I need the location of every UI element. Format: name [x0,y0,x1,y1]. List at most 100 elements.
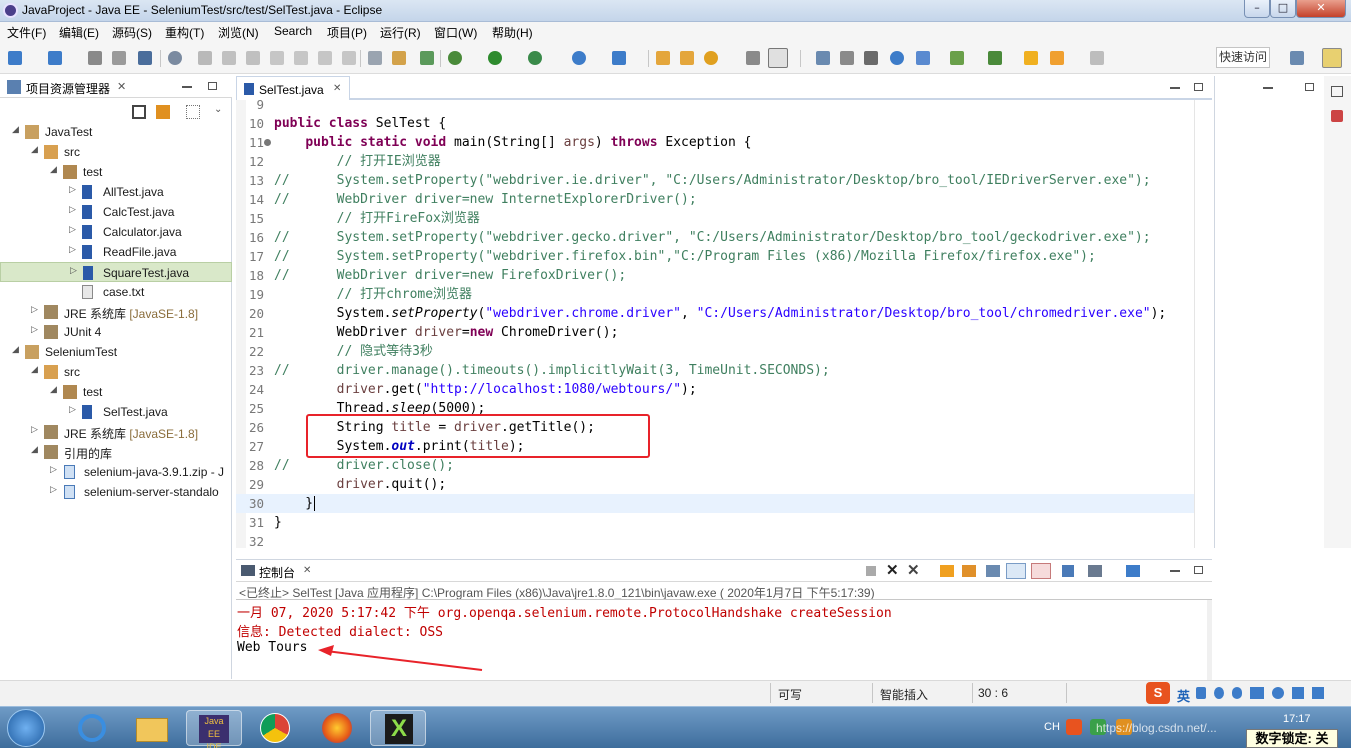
expanded-arrow-icon[interactable]: ◢ [12,345,19,355]
menu-refactor[interactable]: 重构(T) [165,24,204,41]
tree-item-library[interactable]: ▷ JRE 系统库 [JavaSE-1.8] [0,302,232,322]
collapsed-arrow-icon[interactable]: ▷ [50,485,57,495]
hierarchy-icon[interactable] [916,51,930,65]
search-icon[interactable] [704,51,718,65]
forward-icon[interactable] [1090,51,1104,65]
word-wrap-icon[interactable] [816,51,830,65]
punctuation-icon[interactable] [1196,687,1206,699]
minimize-editor-icon[interactable] [1170,87,1180,89]
language-indicator[interactable]: CH [1044,721,1060,733]
expanded-arrow-icon[interactable]: ◢ [12,125,19,135]
show-stderr-icon[interactable] [1031,563,1051,579]
menu-window[interactable]: 窗口(W) [434,24,477,41]
taskbar-explorer[interactable] [124,710,180,746]
drop-to-frame-icon[interactable] [368,51,382,65]
terminate-icon[interactable] [866,566,876,576]
maximize-view-icon[interactable] [1194,566,1203,574]
save-icon[interactable] [88,51,102,65]
maximize-button[interactable]: □ [1270,0,1296,18]
expanded-arrow-icon[interactable]: ◢ [31,445,38,455]
tree-item-jar[interactable]: ▷ selenium-java-3.9.1.zip - J [0,462,232,482]
java-ee-perspective-icon[interactable] [1322,48,1342,68]
step-return-icon[interactable] [342,51,356,65]
show-stdout-icon[interactable] [1006,563,1026,579]
collapsed-arrow-icon[interactable]: ▷ [31,305,38,315]
step-into-icon[interactable] [294,51,308,65]
collapsed-arrow-icon[interactable]: ▷ [50,465,57,475]
collapse-all-icon[interactable] [132,105,146,119]
console-scrollbar[interactable] [1207,600,1212,680]
tree-item-file[interactable]: ▷ SelTest.java [0,402,232,422]
view-menu-icon[interactable] [186,105,200,119]
last-edit-icon[interactable] [1024,51,1038,65]
collapsed-arrow-icon[interactable]: ▷ [69,185,76,195]
clear-console-icon[interactable] [940,565,954,577]
run-icon[interactable] [488,51,502,65]
tree-item-src[interactable]: ◢ src [0,362,232,382]
step-over-icon[interactable] [318,51,332,65]
minimize-view-icon[interactable] [1263,87,1273,89]
minimize-button[interactable]: – [1244,0,1270,18]
block-selection-icon[interactable] [840,51,854,65]
skin-icon[interactable] [1292,687,1304,699]
console-close-icon[interactable]: ✕ [303,565,311,576]
junit-icon[interactable] [1331,110,1343,122]
sogou-tray-icon[interactable] [1066,719,1082,735]
new-server-icon[interactable] [48,51,62,65]
back-icon[interactable] [1050,51,1064,65]
menu-run[interactable]: 运行(R) [380,24,421,41]
new-icon[interactable] [8,51,22,65]
expanded-arrow-icon[interactable]: ◢ [31,145,38,155]
tree-item-file[interactable]: ▷ ReadFile.java [0,242,232,262]
keyboard-icon[interactable] [1250,687,1264,699]
tree-item-file-selected[interactable]: ▷ SquareTest.java [0,262,232,282]
menu-search[interactable]: Search [274,24,312,38]
menu-project[interactable]: 项目(P) [327,24,367,41]
prev-annotation-icon[interactable] [988,51,1002,65]
web-browser-icon[interactable] [572,51,586,65]
use-step-filters-icon[interactable] [392,51,406,65]
collapsed-arrow-icon[interactable]: ▷ [70,266,77,276]
collapsed-arrow-icon[interactable]: ▷ [69,225,76,235]
start-button[interactable] [7,709,45,747]
user-icon[interactable] [1272,687,1284,699]
collapsed-arrow-icon[interactable]: ▷ [31,425,38,435]
close-button[interactable]: ✕ [1296,0,1346,18]
tree-item-jar[interactable]: ▷ selenium-server-standalo [0,482,232,502]
menu-help[interactable]: 帮助(H) [492,24,533,41]
scroll-lock-icon[interactable] [420,51,434,65]
explorer-close-icon[interactable]: ✕ [117,80,126,93]
minimize-view-icon[interactable] [182,86,192,88]
tree-item-library[interactable]: ◢ 引用的库 [0,442,232,462]
restore-icon[interactable] [1331,86,1343,97]
sogou-ime-icon[interactable]: S [1146,682,1170,704]
maximize-view-icon[interactable] [1305,83,1314,91]
ime-mode-label[interactable]: 英 [1177,686,1190,705]
word-wrap-icon[interactable] [986,565,1000,577]
taskbar-chrome[interactable] [248,710,304,746]
microphone-icon[interactable] [1232,687,1242,699]
tree-item-file[interactable]: ▷ Calculator.java [0,222,232,242]
taskbar-firefox[interactable] [310,710,366,746]
external-tools-icon[interactable] [528,51,542,65]
tree-item-library[interactable]: ▷ JUnit 4 [0,322,232,342]
open-type-icon[interactable] [656,51,670,65]
quick-access-field[interactable]: 快速访问 [1216,47,1270,68]
save-all-icon[interactable] [112,51,126,65]
emoji-icon[interactable] [1214,687,1224,699]
menu-edit[interactable]: 编辑(E) [59,24,99,41]
tab-close-icon[interactable]: ✕ [333,83,341,94]
disconnect-icon[interactable] [270,51,284,65]
remove-launch-icon[interactable]: ✕ [886,561,899,579]
tree-item-seleniumtest[interactable]: ◢ SeleniumTest [0,342,232,362]
pen-icon[interactable] [768,48,788,68]
scroll-lock-icon[interactable] [962,565,976,577]
clock[interactable]: 17:17 [1283,713,1311,725]
taskbar-xming[interactable]: X [370,710,426,746]
chevron-down-icon[interactable]: ⌄ [214,104,222,115]
menu-navigate[interactable]: 浏览(N) [218,24,259,41]
terminal-icon[interactable] [138,51,152,65]
pin-console-icon[interactable] [1062,565,1074,577]
display-console-icon[interactable] [1088,565,1102,577]
collapsed-arrow-icon[interactable]: ▷ [31,325,38,335]
